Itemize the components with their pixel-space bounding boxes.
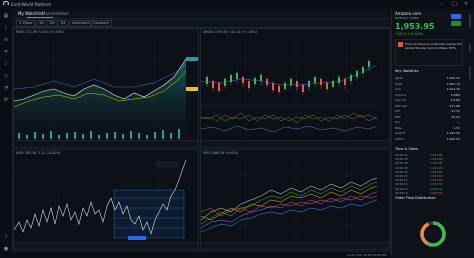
time-axis xyxy=(201,242,389,249)
left-nav: ▦ ⌇ ≡ ⏷ ♪ ▭ ◔ ⚙ ? ● xyxy=(0,9,13,257)
series-line-1 xyxy=(201,177,378,221)
exchange-label: NASDAQ: AMZN xyxy=(395,16,419,20)
vtab-screener[interactable]: Screener xyxy=(468,66,472,79)
stat-label: Open xyxy=(395,76,404,80)
oscillator-line-2 xyxy=(201,114,378,122)
compare-button[interactable]: Compare xyxy=(90,20,112,27)
last-price: 1,953.95 xyxy=(395,22,435,31)
buy-button[interactable] xyxy=(451,14,461,19)
news-headline: The Coronavirus Outbreak Leaves the Glob… xyxy=(405,42,462,50)
tab-markets[interactable]: Markets xyxy=(42,11,58,16)
oscillator-line-3 xyxy=(201,125,378,133)
msft-area xyxy=(14,59,186,141)
stat-label: 52W L xyxy=(395,136,405,141)
order-flow-donut xyxy=(420,221,446,247)
stat-label: High xyxy=(395,81,402,86)
aapl-chart xyxy=(14,158,187,245)
status-text: Local Time 10:58:00 AM EST xyxy=(347,253,387,257)
stat-label: Mkt Cap xyxy=(395,103,408,108)
briefcase-icon[interactable]: ▭ xyxy=(3,73,9,79)
compare-chart xyxy=(201,158,378,245)
stat-label: Low xyxy=(395,87,401,91)
user-icon[interactable]: ● xyxy=(3,246,9,252)
chart-icon[interactable]: ⌇ xyxy=(3,25,9,31)
stat-value: 1.52 xyxy=(453,125,460,130)
stat-value: 6.12M xyxy=(450,98,460,102)
alert-icon[interactable]: ◔ xyxy=(3,85,9,91)
range-1w-button[interactable]: 1W xyxy=(46,20,58,27)
stat-value: 2,185.95 xyxy=(446,131,460,135)
price-tag xyxy=(186,57,198,61)
news-icon xyxy=(398,42,403,47)
news-card[interactable]: The Coronavirus Outbreak Leaves the Glob… xyxy=(395,39,463,66)
trade-price: 1,953.50 xyxy=(430,190,443,195)
chart-panel-aapl[interactable]: AAPL 283.58 -1.21 (-0.42%) xyxy=(13,149,199,250)
vtab-watchlist[interactable]: Watchlist xyxy=(468,14,472,28)
stat-value: — xyxy=(457,120,460,124)
time-axis xyxy=(14,242,198,249)
key-stats-title: Key Statistics xyxy=(395,69,419,73)
stat-value: 1,936.44 xyxy=(446,76,460,80)
views-button[interactable]: 5 Views xyxy=(16,20,36,27)
stat-label: Beta xyxy=(395,125,402,130)
stat-value: 4.82M xyxy=(450,92,460,97)
bell-icon[interactable]: ♪ xyxy=(3,61,9,67)
news-icon[interactable]: ≡ xyxy=(3,37,9,43)
chart-panel-compare[interactable]: SPX 2,889.36 +0.62% xyxy=(200,149,390,250)
tab-watchlist[interactable]: My Watchlist xyxy=(18,11,43,16)
stat-label: P/E xyxy=(395,109,400,113)
grid-icon[interactable]: ▦ xyxy=(3,13,9,19)
app-logo-icon xyxy=(3,1,9,6)
price-change: +20.12 (+1.04%) xyxy=(395,32,424,36)
msft-chart xyxy=(14,39,198,141)
app-title: EarthWorld Platform xyxy=(11,2,52,7)
tab-ideas[interactable]: Ideas xyxy=(58,11,69,16)
stat-value: 971.8B xyxy=(449,103,460,108)
close-icon[interactable]: × xyxy=(464,1,468,7)
amzn-chart xyxy=(201,39,378,141)
trade-time: 09:58:10 xyxy=(395,190,408,195)
trade-button[interactable] xyxy=(451,21,461,26)
tooltip-box xyxy=(155,161,179,168)
fib-zone xyxy=(113,189,185,239)
stat-label: Div xyxy=(395,120,400,124)
stat-label: Volume xyxy=(395,92,407,97)
help-icon[interactable]: ? xyxy=(3,235,9,241)
settings-icon[interactable]: ⚙ xyxy=(3,97,9,103)
range-label xyxy=(128,236,146,240)
amzn-candles xyxy=(206,59,370,95)
title-bar: EarthWorld Platform – □ × xyxy=(0,0,474,9)
stat-label: EPS xyxy=(395,114,401,119)
chart-panel-amzn[interactable]: AMZN 1,953.95 +20.12 (+1.04%) xyxy=(200,28,390,148)
stat-label: 52W H xyxy=(395,131,405,135)
range-1m-button[interactable]: 1M xyxy=(57,20,69,27)
time-axis xyxy=(14,140,198,147)
stat-value: 1,922.30 xyxy=(446,87,460,91)
filter-icon[interactable]: ⏷ xyxy=(3,49,9,55)
stat-value: 20.05 xyxy=(451,114,460,119)
stat-label: Avg Vol xyxy=(395,98,406,102)
stat-value: 1,960.70 xyxy=(446,81,460,86)
time-axis xyxy=(201,140,389,147)
ma-line-2 xyxy=(14,64,187,90)
chart-toolbar: 5 Views 1D 1W 1M Indicators Compare xyxy=(12,19,390,28)
stat-value: 1,626.03 xyxy=(446,136,460,141)
series-line-6 xyxy=(201,199,378,233)
minimize-icon[interactable]: – xyxy=(440,1,443,7)
ma-tag xyxy=(186,87,198,91)
stat-value: 97.45 xyxy=(451,109,460,113)
vtab-alerts[interactable]: Alerts xyxy=(468,44,472,53)
maximize-icon[interactable]: □ xyxy=(452,1,457,7)
tab-bar: My Watchlist Markets Ideas xyxy=(12,9,390,19)
indicators-button[interactable]: Indicators xyxy=(69,20,93,27)
order-flow-title: Order Flow Distribution xyxy=(395,196,436,200)
series-line-5 xyxy=(201,195,378,217)
active-tab-indicator xyxy=(27,17,53,18)
chart-panel-msft[interactable]: MSFT 172.36 +2.04 (+1.20%) xyxy=(13,28,199,148)
time-sales-title: Time & Sales xyxy=(395,147,418,151)
